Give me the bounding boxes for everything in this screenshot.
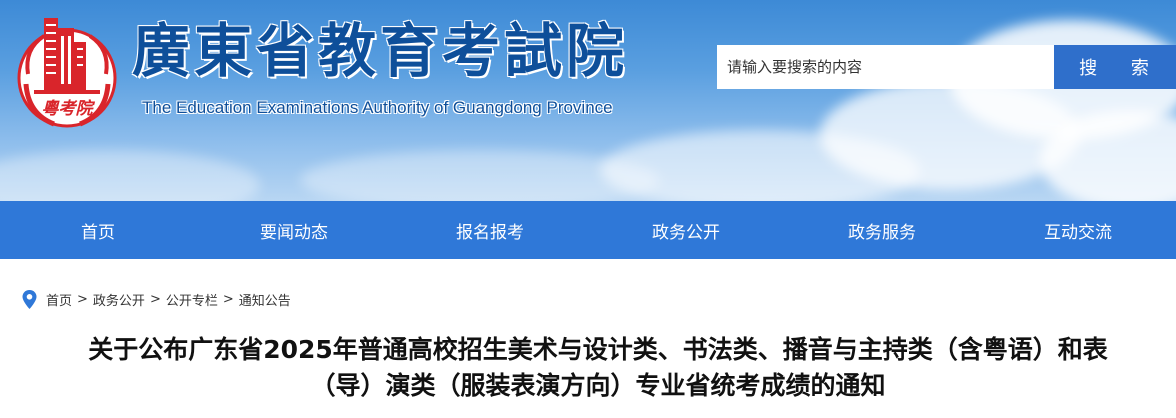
- article-title-line-2: （导）演类（服装表演方向）专业省统考成绩的通知: [310, 371, 886, 400]
- nav-item-home[interactable]: 首页: [0, 201, 196, 259]
- breadcrumb: 首页 > 政务公开 > 公开专栏 > 通知公告: [22, 289, 291, 309]
- breadcrumb-separator: >: [77, 291, 88, 307]
- nav-item-services[interactable]: 政务服务: [784, 201, 980, 259]
- article-title: 关于公布广东省2025年普通高校招生美术与设计类、书法类、播音与主持类（含粤语）…: [20, 332, 1176, 404]
- main-nav: 首页 要闻动态 报名报考 政务公开 政务服务 互动交流: [0, 201, 1176, 259]
- site-header: 粵考院 廣東省教育考試院 The Education Examinations …: [0, 0, 1176, 201]
- search-input[interactable]: [717, 45, 1054, 89]
- nav-item-interaction[interactable]: 互动交流: [980, 201, 1176, 259]
- search-button[interactable]: 搜 索: [1054, 45, 1176, 89]
- breadcrumb-home[interactable]: 首页: [46, 290, 72, 309]
- svg-text:粵考院: 粵考院: [42, 99, 96, 119]
- site-title: 廣東省教育考試院: [132, 17, 629, 85]
- cloud-decoration: [0, 150, 260, 201]
- breadcrumb-public-affairs[interactable]: 政务公开: [93, 290, 145, 309]
- breadcrumb-public-column[interactable]: 公开专栏: [166, 290, 218, 309]
- article-title-line-1: 关于公布广东省2025年普通高校招生美术与设计类、书法类、播音与主持类（含粤语）…: [88, 335, 1108, 364]
- nav-item-news[interactable]: 要闻动态: [196, 201, 392, 259]
- location-pin-icon: [22, 289, 37, 309]
- nav-item-registration[interactable]: 报名报考: [392, 201, 588, 259]
- nav-item-public-affairs[interactable]: 政务公开: [588, 201, 784, 259]
- breadcrumb-separator: >: [222, 291, 234, 307]
- breadcrumb-separator: >: [149, 291, 161, 307]
- site-logo[interactable]: 粵考院: [14, 14, 120, 130]
- site-subtitle: The Education Examinations Authority of …: [142, 98, 613, 117]
- breadcrumb-notices[interactable]: 通知公告: [239, 290, 291, 309]
